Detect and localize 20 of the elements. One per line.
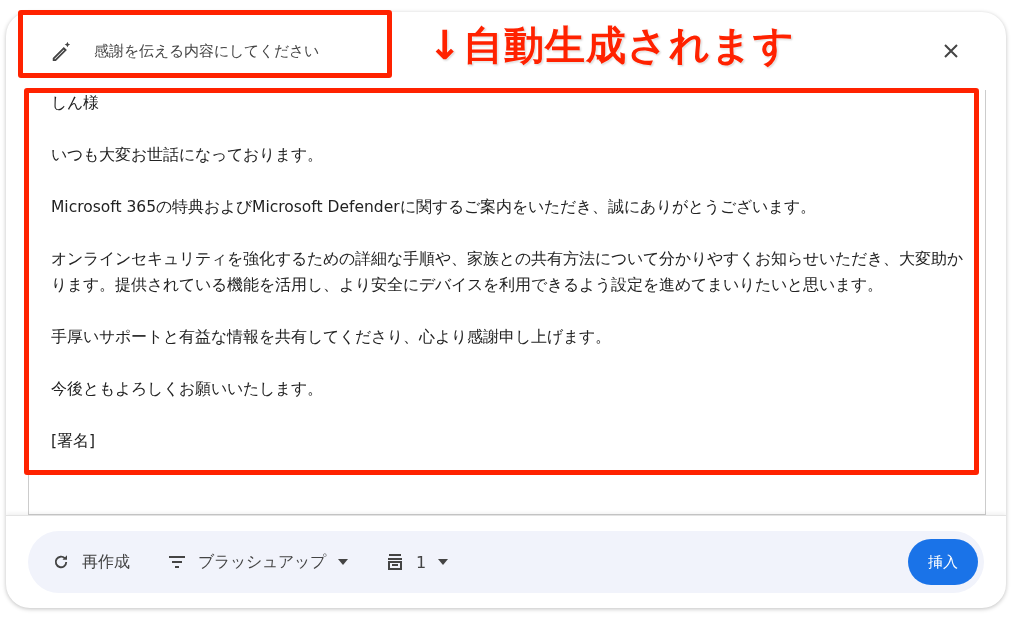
refresh-icon — [52, 553, 70, 571]
caret-icon — [438, 559, 449, 565]
callout-text: ↓自動生成されます — [428, 21, 795, 70]
draft-paragraph: Microsoft 365の特典およびMicrosoft Defenderに関するご案内をいただき、誠にありがとうございます。 — [51, 197, 817, 218]
insert-button[interactable]: 挿入 — [908, 539, 978, 585]
draft-paragraph: しん様 — [51, 93, 100, 114]
filter-icon — [168, 555, 186, 569]
stack-icon — [386, 553, 404, 571]
draft-count-button[interactable]: 1 — [386, 552, 449, 572]
draft-paragraph: いつも大変お世話になっております。 — [51, 145, 324, 166]
draft-paragraph: 今後ともよろしくお願いいたします。 — [51, 379, 324, 400]
close-icon — [944, 44, 958, 58]
magic-pencil-icon — [50, 40, 72, 62]
caret-icon — [338, 559, 348, 565]
refine-button[interactable]: ブラッシュアップ — [168, 551, 348, 573]
prompt-text: 感謝を伝える内容にしてください — [94, 41, 319, 61]
recreate-button[interactable]: 再作成 — [52, 551, 130, 573]
draft-paragraph: 手厚いサポートと有益な情報を共有してくださり、心より感謝申し上げます。 — [51, 327, 612, 348]
draft-paragraph: [署名] — [51, 431, 97, 452]
draft-paragraph: オンラインセキュリティを強化するための詳細な手順や、家族との共有方法について分かりやすくお知らせいただき、大変助かります。提供されている機能を活用し、より安全にデバイスを利用できるよう設定を進めてまいりたいと思います。 — [51, 249, 963, 296]
